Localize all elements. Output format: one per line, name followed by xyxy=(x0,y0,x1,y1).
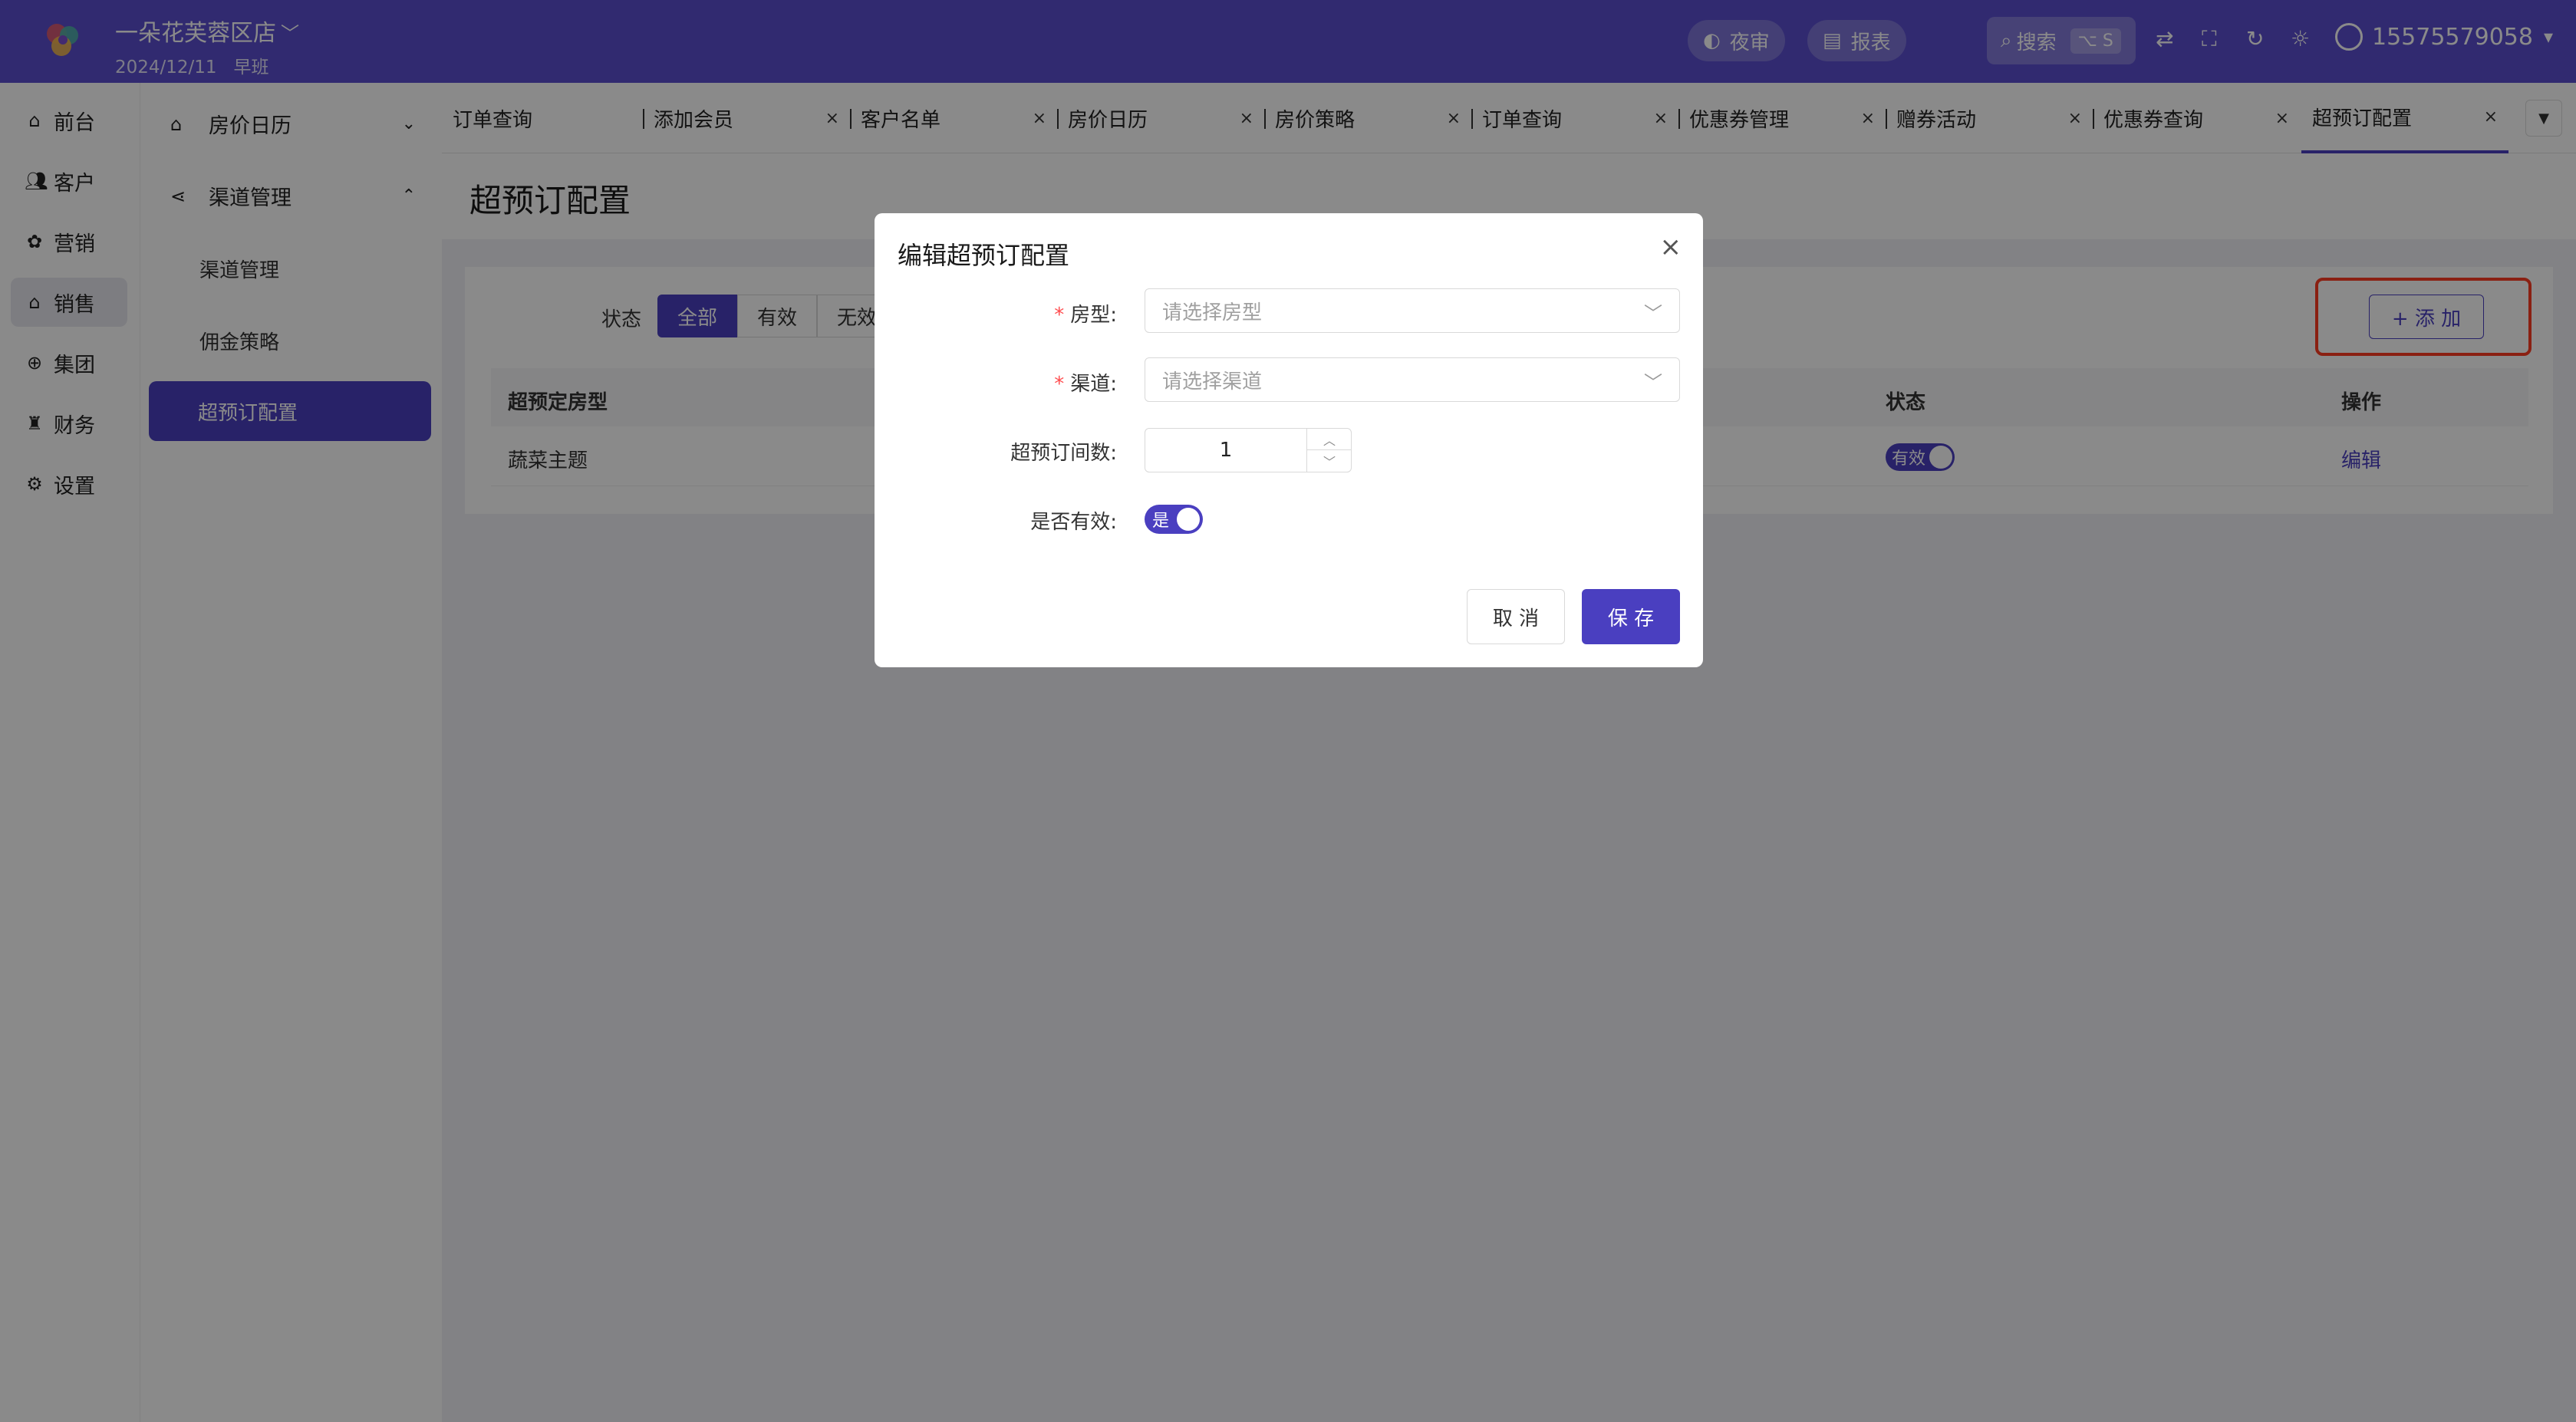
cancel-button[interactable]: 取 消 xyxy=(1467,589,1565,644)
room-type-select[interactable]: 请选择房型 ﹀ xyxy=(1145,288,1680,333)
required-mark: * xyxy=(1054,304,1065,327)
is-valid-label: 是否有效: xyxy=(1030,511,1117,534)
toggle-knob xyxy=(1177,508,1200,531)
save-button[interactable]: 保 存 xyxy=(1582,589,1680,644)
overbook-count-label: 超预订间数: xyxy=(1010,442,1117,465)
chevron-down-icon: ﹀ xyxy=(1644,303,1662,324)
overbook-count-value[interactable]: 1 xyxy=(1145,429,1306,472)
dialog-title: 编辑超预订配置 xyxy=(898,241,1070,270)
close-icon[interactable]: × xyxy=(1660,232,1682,262)
channel-select[interactable]: 请选择渠道 ﹀ xyxy=(1145,357,1680,402)
channel-label: * 渠道: xyxy=(1054,373,1117,396)
stepper-controls: ︿ ﹀ xyxy=(1306,429,1352,472)
room-type-label: * 房型: xyxy=(1054,304,1117,327)
room-type-placeholder: 请选择房型 xyxy=(1162,301,1263,324)
is-valid-toggle[interactable]: 是 xyxy=(1145,505,1203,534)
stepper-up-icon[interactable]: ︿ xyxy=(1307,429,1352,450)
required-mark: * xyxy=(1054,373,1065,396)
edit-overbooking-dialog: 编辑超预订配置 × * 房型: 请选择房型 ﹀ * 渠道: 请选择渠道 ﹀ 超预订间… xyxy=(875,213,1703,667)
stepper-down-icon[interactable]: ﹀ xyxy=(1307,450,1352,472)
chevron-down-icon: ﹀ xyxy=(1644,372,1662,393)
is-valid-toggle-label: 是 xyxy=(1152,512,1170,531)
channel-placeholder: 请选择渠道 xyxy=(1162,370,1263,393)
overbook-count-stepper[interactable]: 1 ︿ ﹀ xyxy=(1145,428,1352,472)
